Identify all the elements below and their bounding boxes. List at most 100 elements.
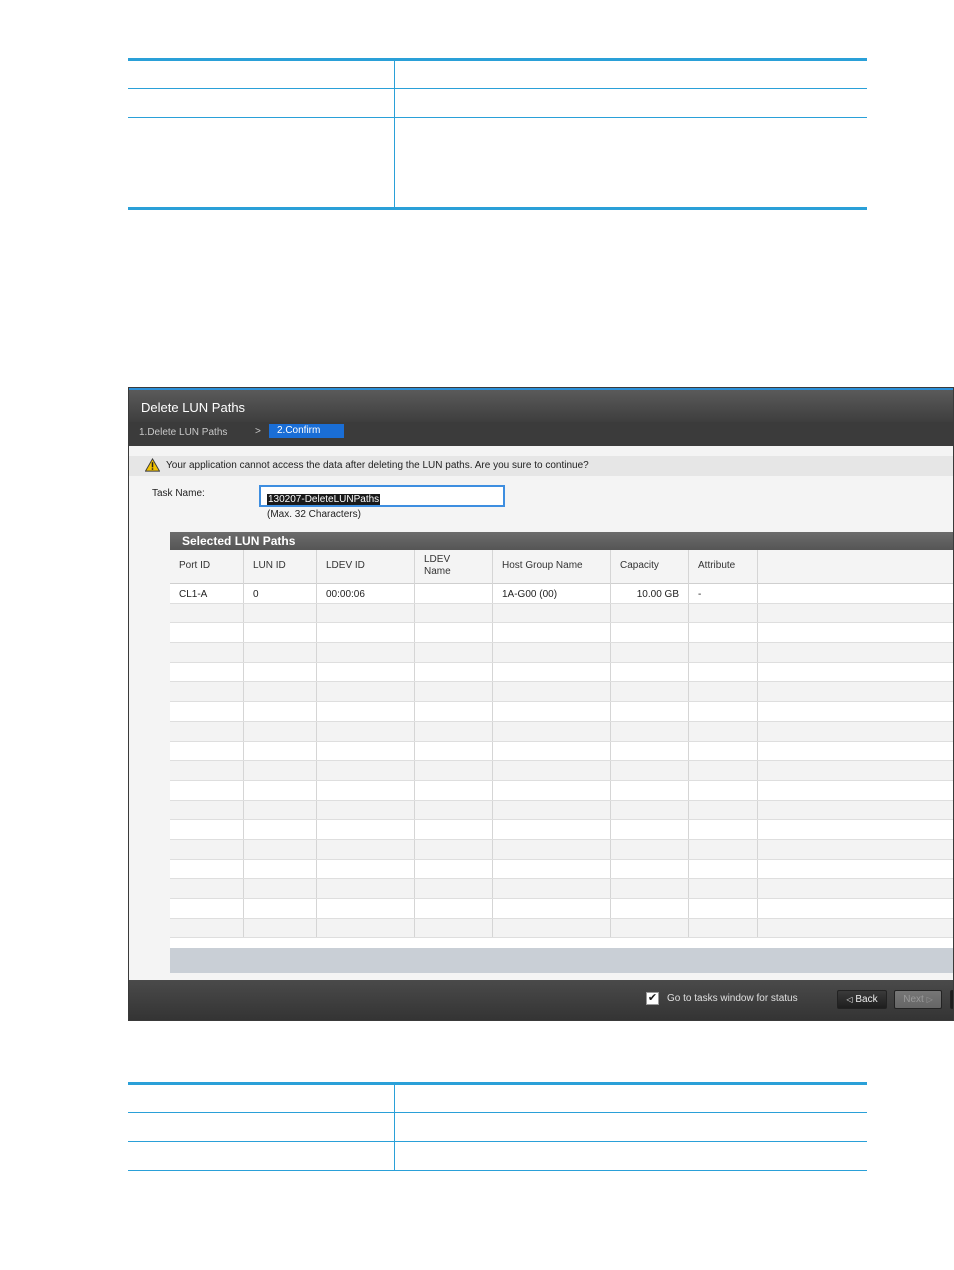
cell-attribute xyxy=(689,839,758,859)
column-header-host-group-name[interactable]: Host Group Name xyxy=(493,550,611,584)
table-row[interactable] xyxy=(170,899,953,919)
task-name-label: Task Name: xyxy=(152,488,205,499)
cell-capacity xyxy=(611,702,689,721)
cell-host-group xyxy=(493,839,611,859)
table-row[interactable] xyxy=(170,918,953,939)
cell-attribute xyxy=(689,603,758,623)
cell-ldev-name xyxy=(415,899,493,918)
cell-port-id: CL1-A xyxy=(170,584,244,603)
cell-ldev-id xyxy=(317,761,415,780)
cell-attribute xyxy=(689,643,758,662)
cell-ldev-name xyxy=(415,879,493,898)
step-delete-lun-paths[interactable]: 1.Delete LUN Paths xyxy=(139,427,227,438)
cell-ldev-name xyxy=(415,623,493,643)
cell-ldev-name xyxy=(415,859,493,879)
table-cell xyxy=(128,1112,395,1142)
cell-host-group xyxy=(493,859,611,879)
table-row[interactable] xyxy=(170,603,953,624)
cell-attribute xyxy=(689,761,758,780)
cell-ldev-name xyxy=(415,918,493,938)
cell-attribute xyxy=(689,918,758,938)
cell-ldev-id xyxy=(317,859,415,879)
table-cell xyxy=(128,1141,395,1171)
cell-capacity xyxy=(611,761,689,780)
checkmark-icon: ✔ xyxy=(647,992,658,1004)
cell-attribute xyxy=(689,879,758,898)
table-row[interactable] xyxy=(170,721,953,742)
cell-port-id xyxy=(170,721,244,741)
cell-attribute xyxy=(689,859,758,879)
table-row[interactable] xyxy=(170,761,953,781)
cell-host-group xyxy=(493,662,611,682)
cell-port-id xyxy=(170,859,244,879)
table-row[interactable] xyxy=(170,839,953,860)
table-body: CL1-A 0 00:00:06 1A-G00 (00) 10.00 GB - xyxy=(170,584,953,939)
cell-ldev-name xyxy=(415,780,493,800)
table-row[interactable] xyxy=(170,800,953,821)
table-row[interactable] xyxy=(170,820,953,840)
cell-lun-id xyxy=(244,800,317,820)
cell-host-group: 1A-G00 (00) xyxy=(493,584,611,603)
table-cell xyxy=(394,1112,867,1142)
cell-ldev-name xyxy=(415,839,493,859)
wizard-steps: 1.Delete LUN Paths > 2.Confirm xyxy=(129,422,953,446)
task-name-input[interactable]: 130207-DeleteLUNPaths xyxy=(259,485,505,507)
cell-host-group xyxy=(493,899,611,918)
cell-ldev-id xyxy=(317,800,415,820)
table-row[interactable] xyxy=(170,643,953,663)
task-name-hint: (Max. 32 Characters) xyxy=(267,509,361,520)
cell-attribute xyxy=(689,662,758,682)
table-row[interactable] xyxy=(170,682,953,703)
cell-host-group xyxy=(493,603,611,623)
column-header-ldev-name[interactable]: LDEV Name xyxy=(415,550,493,584)
cell-port-id xyxy=(170,820,244,839)
table-row[interactable] xyxy=(170,741,953,762)
cell-lun-id xyxy=(244,682,317,702)
column-header-ldev-id[interactable]: LDEV ID xyxy=(317,550,415,584)
column-header-lun-id[interactable]: LUN ID xyxy=(244,550,317,584)
table-row[interactable]: CL1-A 0 00:00:06 1A-G00 (00) 10.00 GB - xyxy=(170,584,953,604)
table-row[interactable] xyxy=(170,623,953,644)
cell-capacity xyxy=(611,899,689,918)
table-row[interactable] xyxy=(170,662,953,683)
column-header-port-id[interactable]: Port ID xyxy=(170,550,244,584)
cell-host-group xyxy=(493,780,611,800)
chevron-left-icon: ◁ xyxy=(846,995,853,1004)
table-row[interactable] xyxy=(170,702,953,722)
task-name-value: 130207-DeleteLUNPaths xyxy=(267,494,381,505)
cell-ldev-id xyxy=(317,662,415,682)
cell-attribute xyxy=(689,682,758,702)
table-row[interactable] xyxy=(170,780,953,801)
table-row[interactable] xyxy=(170,859,953,880)
top-doc-table xyxy=(128,58,867,210)
cell-attribute xyxy=(689,820,758,839)
next-button[interactable]: Next ▷ xyxy=(894,990,942,1009)
back-button[interactable]: ◁ Back xyxy=(837,990,887,1009)
cell-capacity xyxy=(611,918,689,938)
cell-capacity xyxy=(611,800,689,820)
column-header-capacity[interactable]: Capacity xyxy=(611,550,689,584)
table-header: Port ID LUN ID LDEV ID LDEV Name Host Gr… xyxy=(170,550,953,584)
cell-capacity xyxy=(611,879,689,898)
cell-lun-id xyxy=(244,721,317,741)
cell-ldev-name xyxy=(415,702,493,721)
cell-capacity xyxy=(611,662,689,682)
apply-button[interactable] xyxy=(950,990,953,1009)
table-cell xyxy=(128,59,395,89)
cell-ldev-name xyxy=(415,643,493,662)
cell-port-id xyxy=(170,741,244,761)
cell-host-group xyxy=(493,623,611,643)
go-to-tasks-checkbox[interactable]: ✔ xyxy=(646,992,659,1005)
table-cell xyxy=(394,1083,867,1113)
cell-lun-id xyxy=(244,820,317,839)
cell-host-group xyxy=(493,879,611,898)
back-button-label: Back xyxy=(855,994,878,1005)
dialog-title-bar: Delete LUN Paths xyxy=(129,390,953,422)
column-header-attribute[interactable]: Attribute xyxy=(689,550,758,584)
cell-lun-id xyxy=(244,702,317,721)
cell-port-id xyxy=(170,682,244,702)
table-row[interactable] xyxy=(170,879,953,899)
cell-attribute xyxy=(689,780,758,800)
cell-lun-id xyxy=(244,643,317,662)
cell-lun-id: 0 xyxy=(244,584,317,603)
